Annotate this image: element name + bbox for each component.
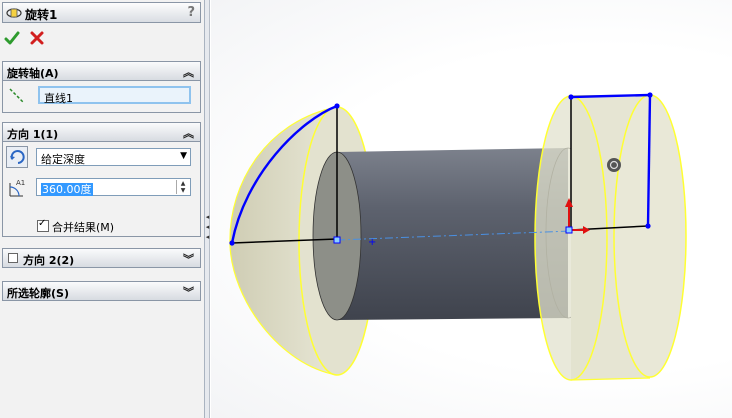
angle-value: 360.00度 bbox=[41, 183, 93, 196]
direction1-group-title: 方向 1(1) bbox=[7, 128, 59, 141]
feature-title: 旋转1 bbox=[25, 8, 58, 22]
contours-group-header[interactable]: 所选轮廓(S) ︾ bbox=[2, 281, 201, 301]
direction2-checkbox[interactable] bbox=[8, 253, 18, 263]
revolve-feature-icon bbox=[6, 8, 22, 18]
feature-title-bar: 旋转1 ? bbox=[2, 2, 201, 23]
merge-checkbox-box[interactable] bbox=[37, 218, 49, 232]
axis-group-header[interactable]: 旋转轴(A) ︽ bbox=[2, 61, 201, 81]
property-manager-panel: 旋转1 ? 旋转轴(A) ︽ 直线1 方向 1(1) ︽ 给定深度 ▼ A1 3… bbox=[0, 0, 205, 418]
panel-splitter[interactable]: ◂ ◂ ◂ bbox=[205, 0, 210, 418]
svg-text:A1: A1 bbox=[16, 179, 25, 187]
collapse-chevron-icon[interactable]: ︽ bbox=[183, 125, 194, 141]
origin-point bbox=[333, 236, 341, 244]
direction2-group-title: 方向 2(2) bbox=[23, 254, 75, 267]
axis-group-title: 旋转轴(A) bbox=[7, 67, 59, 80]
collapse-chevron-icon[interactable]: ︽ bbox=[183, 64, 194, 80]
reverse-direction-icon[interactable] bbox=[6, 146, 28, 168]
model-preview: + bbox=[229, 92, 687, 381]
collapse-arrows-icon[interactable]: ◂ ◂ ◂ bbox=[205, 212, 210, 242]
expand-chevron-icon[interactable]: ︾ bbox=[183, 251, 194, 267]
merge-result-checkbox[interactable]: 合并结果(M) bbox=[37, 218, 115, 235]
dropdown-arrow-icon: ▼ bbox=[180, 151, 187, 161]
expand-chevron-icon[interactable]: ︾ bbox=[183, 284, 194, 300]
angle-icon: A1 bbox=[9, 179, 25, 197]
graphics-viewport[interactable]: + bbox=[211, 0, 732, 418]
cancel-button[interactable] bbox=[29, 30, 45, 46]
center-mark-icon: + bbox=[368, 237, 376, 248]
direction1-group-header[interactable]: 方向 1(1) ︽ bbox=[2, 122, 201, 142]
angle-spinner[interactable]: ▲ ▼ bbox=[176, 180, 189, 194]
axis-input[interactable]: 直线1 bbox=[38, 86, 191, 105]
end-condition-select[interactable]: 给定深度 ▼ bbox=[36, 148, 191, 166]
disc-body bbox=[534, 94, 687, 381]
help-button[interactable]: ? bbox=[187, 5, 195, 20]
contours-group-title: 所选轮廓(S) bbox=[7, 287, 69, 300]
direction2-group-header[interactable]: 方向 2(2) ︾ bbox=[2, 248, 201, 268]
axis-line-icon bbox=[9, 88, 25, 104]
merge-label: 合并结果(M) bbox=[52, 221, 115, 234]
rotate-handle-icon[interactable] bbox=[607, 158, 621, 172]
angle-input[interactable]: 360.00度 ▲ ▼ bbox=[36, 178, 191, 196]
end-condition-value: 给定深度 bbox=[41, 153, 85, 166]
ok-button[interactable] bbox=[4, 30, 20, 46]
